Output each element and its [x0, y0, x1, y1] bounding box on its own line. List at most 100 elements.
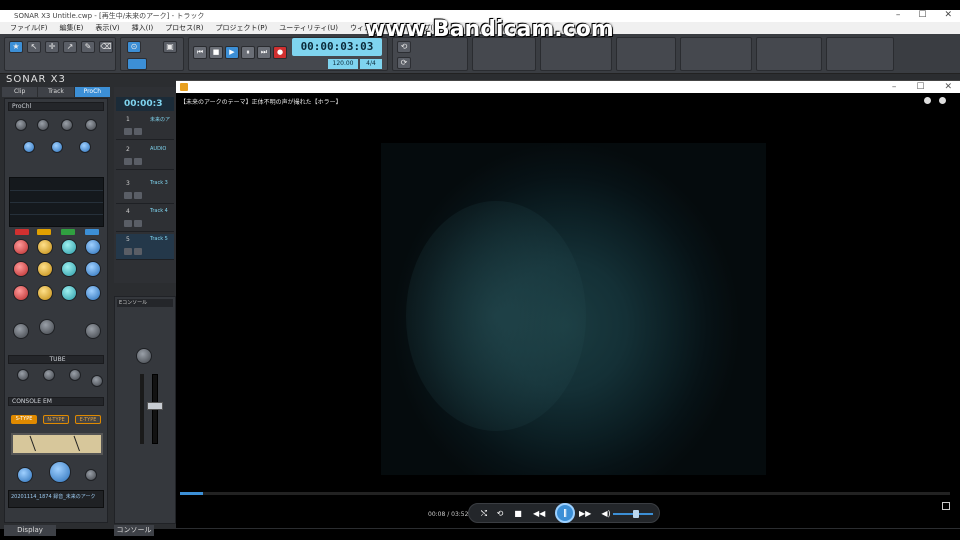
mute-button[interactable] — [124, 220, 132, 227]
pan-knob[interactable] — [136, 348, 152, 364]
track-row[interactable]: 4 Track 4 — [116, 206, 174, 232]
smart-tool-icon[interactable]: ★ — [9, 41, 23, 53]
more-icon[interactable] — [939, 97, 946, 104]
meter-display[interactable]: 4/4 — [360, 59, 382, 69]
volume-slider-handle[interactable] — [633, 510, 639, 518]
e-type-button[interactable]: E-TYPE — [75, 415, 101, 424]
eq-low-gain-knob[interactable] — [13, 261, 29, 277]
eq-low-freq-knob[interactable] — [13, 239, 29, 255]
solo-button[interactable] — [134, 248, 142, 255]
s-type-button[interactable]: S-TYPE — [11, 415, 37, 424]
n-type-button[interactable]: N-TYPE — [43, 415, 69, 424]
solo-button[interactable] — [134, 220, 142, 227]
track-row[interactable]: 3 Track 3 — [116, 178, 174, 204]
edit-tool-icon[interactable]: ↗ — [63, 41, 77, 53]
minimize-icon[interactable]: – — [896, 10, 901, 20]
ratio-knob[interactable] — [23, 141, 35, 153]
solo-button[interactable] — [134, 128, 142, 135]
track-row[interactable]: 1 未来のア — [116, 114, 174, 140]
track-row[interactable]: 2 AUDIO — [116, 144, 174, 170]
eq-gain-knob[interactable] — [39, 319, 55, 335]
close-icon[interactable]: ✕ — [944, 10, 952, 20]
eq-lmf-gain-knob[interactable] — [37, 261, 53, 277]
next-icon[interactable]: ▶▶ — [579, 509, 591, 519]
eq-band-hmf[interactable] — [61, 229, 75, 235]
eq-lmf-freq-knob[interactable] — [37, 239, 53, 255]
record-icon[interactable]: ● — [273, 46, 287, 59]
solo-button[interactable] — [134, 158, 142, 165]
menu-edit[interactable]: 編集(E) — [60, 23, 84, 33]
mute-button[interactable] — [124, 128, 132, 135]
tab-console[interactable]: コンソール — [114, 525, 154, 536]
console-trim-knob[interactable] — [17, 467, 33, 483]
menu-file[interactable]: ファイル(F) — [10, 23, 48, 33]
track-name[interactable]: Track 5 — [150, 236, 168, 242]
eq-hmf-gain-knob[interactable] — [61, 261, 77, 277]
eq-low-q-knob[interactable] — [13, 285, 29, 301]
punch-icon[interactable]: ⟳ — [397, 57, 411, 69]
tab-prochannel[interactable]: ProCh — [74, 87, 110, 97]
pause-icon[interactable]: ⏸ — [241, 46, 255, 59]
maximize-icon[interactable]: ☐ — [918, 10, 926, 20]
volume-icon[interactable]: ◀) — [601, 509, 611, 519]
attack-knob[interactable] — [37, 119, 49, 131]
eq-high-freq-knob[interactable] — [85, 239, 101, 255]
mute-button[interactable] — [124, 192, 132, 199]
track-name[interactable]: Track 3 — [150, 180, 168, 186]
menu-project[interactable]: プロジェクト(P) — [216, 23, 268, 33]
maximize-icon[interactable]: ☐ — [916, 81, 924, 93]
eq-band-lmf[interactable] — [37, 229, 51, 235]
move-tool-icon[interactable]: ✛ — [45, 41, 59, 53]
track-name[interactable]: 未来のア — [150, 116, 170, 123]
menu-insert[interactable]: 挿入(I) — [132, 23, 154, 33]
menu-process[interactable]: プロセス(R) — [165, 23, 203, 33]
erase-tool-icon[interactable]: ⌫ — [99, 41, 113, 53]
eq-lmf-q-knob[interactable] — [37, 285, 53, 301]
fullscreen-icon[interactable] — [942, 502, 950, 510]
stop-icon[interactable]: ■ — [513, 509, 523, 519]
eq-hmf-freq-knob[interactable] — [61, 239, 77, 255]
track-name[interactable]: AUDIO — [150, 146, 166, 152]
eq-hmf-q-knob[interactable] — [61, 285, 77, 301]
mute-button[interactable] — [124, 158, 132, 165]
snap-toggle[interactable] — [127, 58, 147, 70]
makeup-knob[interactable] — [79, 141, 91, 153]
solo-button[interactable] — [134, 192, 142, 199]
lpf-knob[interactable] — [85, 323, 101, 339]
eq-graph[interactable] — [9, 177, 104, 227]
minimize-icon[interactable]: – — [892, 81, 897, 93]
track-row[interactable]: 5 Track 5 — [116, 234, 174, 260]
repeat-icon[interactable]: ⟲ — [495, 509, 505, 519]
eq-high-q-knob[interactable] — [85, 285, 101, 301]
close-icon[interactable]: ✕ — [944, 81, 952, 93]
previous-icon[interactable]: ◀◀ — [533, 509, 545, 519]
mute-button[interactable] — [124, 248, 132, 255]
stop-icon[interactable]: ■ — [209, 46, 223, 59]
image-icon[interactable]: ▣ — [163, 41, 177, 53]
tempo-display[interactable]: 120.00 — [328, 59, 358, 69]
console-drive-knob[interactable] — [49, 461, 71, 483]
tab-track[interactable]: Track — [38, 87, 74, 97]
tube-input-knob[interactable] — [17, 369, 29, 381]
release-knob[interactable] — [61, 119, 73, 131]
tube-drive-knob[interactable] — [43, 369, 55, 381]
track-name[interactable]: Track 4 — [150, 208, 168, 214]
tube-mode-knob[interactable] — [91, 375, 103, 387]
menu-view[interactable]: 表示(V) — [95, 23, 119, 33]
menu-utilities[interactable]: ユーティリティ(U) — [279, 23, 338, 33]
tab-clip[interactable]: Clip — [2, 87, 38, 97]
select-tool-icon[interactable]: ↖ — [27, 41, 41, 53]
tab-display[interactable]: Display — [4, 525, 56, 536]
info-icon[interactable] — [924, 97, 931, 104]
console-tolerance-knob[interactable] — [85, 469, 97, 481]
shuffle-icon[interactable]: ⤭ — [479, 509, 489, 519]
play-icon[interactable]: ▶ — [225, 46, 239, 59]
fast-forward-icon[interactable]: ⏭ — [257, 46, 271, 59]
tube-output-knob[interactable] — [69, 369, 81, 381]
threshold-knob[interactable] — [51, 141, 63, 153]
eq-high-gain-knob[interactable] — [85, 261, 101, 277]
loop-icon[interactable]: ⟲ — [397, 41, 411, 53]
output-knob[interactable] — [85, 119, 97, 131]
snap-icon[interactable]: ⊙ — [127, 41, 141, 53]
rewind-icon[interactable]: ⏮ — [193, 46, 207, 59]
